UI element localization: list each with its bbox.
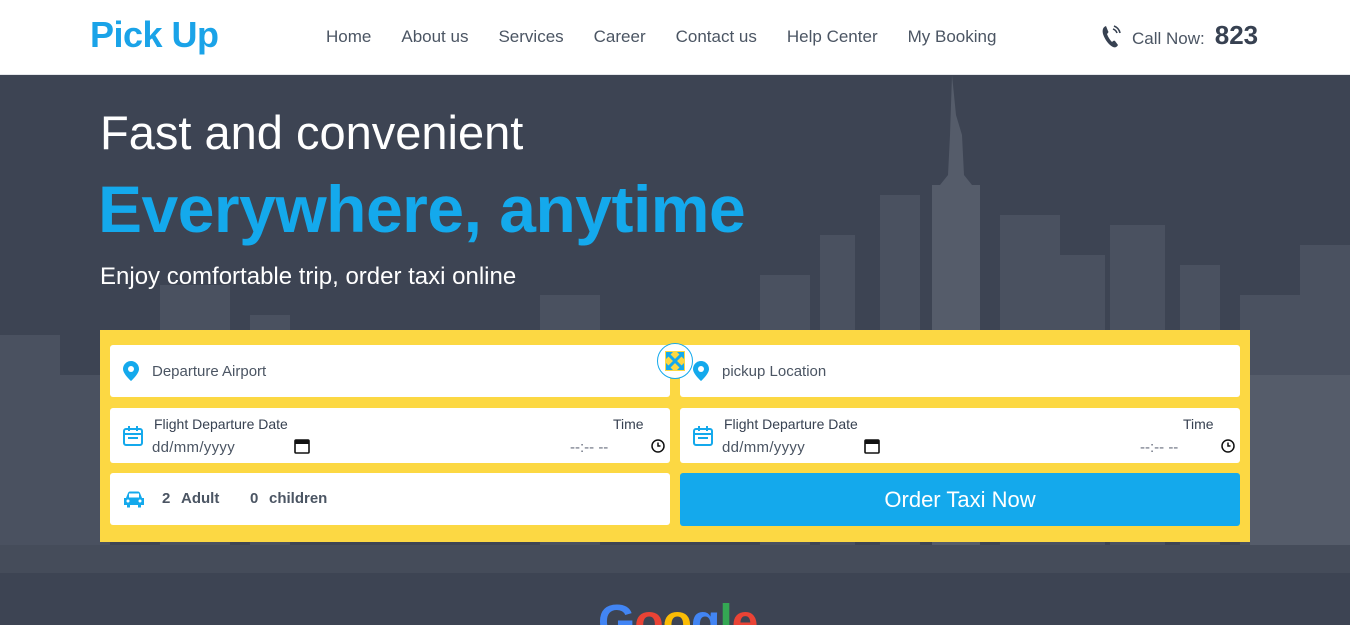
site-header: Pick Up Home About us Services Career Co… (0, 0, 1350, 75)
order-taxi-button[interactable]: Order Taxi Now (680, 473, 1240, 526)
time-label: Time (1183, 416, 1214, 432)
adults-count[interactable]: 2 (162, 490, 170, 507)
calendar-icon (693, 426, 713, 446)
hero-headline: Everywhere, anytime (98, 172, 746, 246)
clock-icon[interactable] (651, 439, 665, 453)
date-label: Flight Departure Date (724, 416, 858, 432)
children-label: children (269, 490, 328, 507)
departure-airport-input[interactable]: Departure Airport (152, 363, 266, 380)
adults-label: Adult (181, 490, 220, 507)
partners-section: Google (0, 573, 1350, 625)
departure-airport-field[interactable]: Departure Airport (110, 345, 670, 397)
map-pin-icon (123, 361, 139, 381)
logo[interactable]: Pick Up (90, 14, 219, 56)
call-label: Call Now: (1132, 28, 1205, 48)
hero-subtitle: Fast and convenient (100, 106, 524, 159)
nav-services[interactable]: Services (498, 27, 563, 47)
calendar-icon (123, 426, 143, 446)
nav-my-booking[interactable]: My Booking (908, 27, 997, 47)
nav-career[interactable]: Career (594, 27, 646, 47)
time-label: Time (613, 416, 644, 432)
nav-about[interactable]: About us (401, 27, 468, 47)
date-input[interactable]: dd/mm/yyyy (152, 439, 235, 456)
date-picker-icon[interactable] (864, 438, 880, 454)
pickup-location-input[interactable]: pickup Location (722, 363, 826, 380)
time-input[interactable]: --:-- -- (570, 439, 608, 456)
passengers-field[interactable]: 2 Adult 0 children (110, 473, 670, 525)
google-logo: Google (598, 596, 758, 625)
departure-date-time-field: Flight Departure Date dd/mm/yyyy Time --… (110, 408, 670, 463)
hero-tagline: Enjoy comfortable trip, order taxi onlin… (100, 263, 517, 290)
call-number[interactable]: 823 (1215, 20, 1258, 51)
swap-icon (665, 351, 685, 371)
nav-home[interactable]: Home (326, 27, 371, 47)
swap-locations-button[interactable] (657, 343, 693, 379)
hero-section: Fast and convenient Everywhere, anytime … (0, 75, 1350, 573)
nav-help-center[interactable]: Help Center (787, 27, 878, 47)
main-nav: Home About us Services Career Contact us… (326, 27, 1026, 47)
clock-icon[interactable] (1221, 439, 1235, 453)
nav-contact[interactable]: Contact us (676, 27, 757, 47)
time-input[interactable]: --:-- -- (1140, 439, 1178, 456)
map-pin-icon (693, 361, 709, 381)
date-label: Flight Departure Date (154, 416, 288, 432)
children-count[interactable]: 0 (250, 490, 258, 507)
date-picker-icon[interactable] (294, 438, 310, 454)
call-now[interactable]: Call Now: 823 (1100, 20, 1258, 51)
phone-icon (1102, 24, 1121, 47)
return-date-time-field: Flight Departure Date dd/mm/yyyy Time --… (680, 408, 1240, 463)
car-icon (124, 491, 144, 508)
date-input[interactable]: dd/mm/yyyy (722, 439, 805, 456)
pickup-location-field[interactable]: pickup Location (680, 345, 1240, 397)
